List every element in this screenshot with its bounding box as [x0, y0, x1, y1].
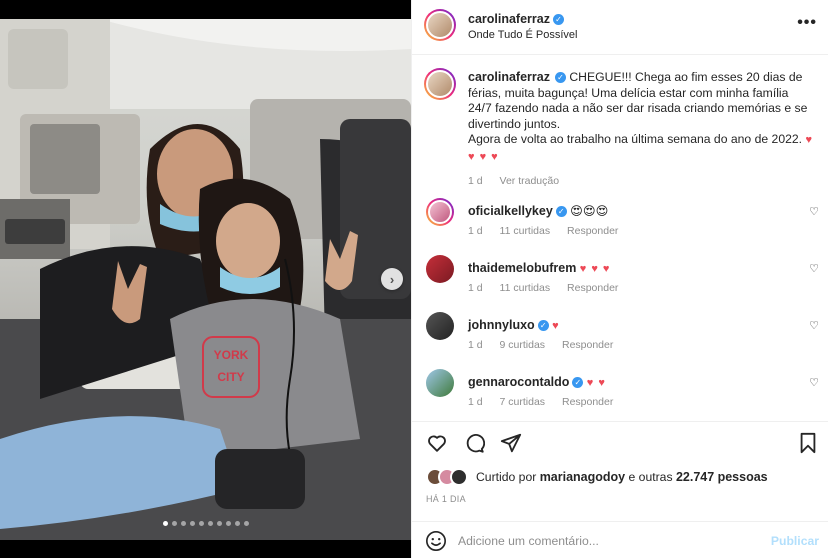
caption-time: 1 d	[468, 175, 483, 187]
photo-illustration: YORK CITY	[0, 19, 411, 540]
caption-text-block: carolinaferraz ✓ CHEGUE!!! Chega ao fim e…	[468, 70, 813, 190]
likes-summary: Curtido por marianagodoy e outras 22.747…	[476, 470, 768, 484]
comment-username[interactable]: gennarocontaldo	[468, 375, 569, 389]
comment-icon[interactable]	[463, 432, 485, 454]
comment-text: 😍😍😍	[570, 204, 609, 218]
comment-meta: 1 d 9 curtidas Responder	[468, 339, 627, 351]
share-icon[interactable]	[500, 432, 522, 454]
like-comment-heart-icon[interactable]: ♡	[809, 319, 819, 332]
comment-reply[interactable]: Responder	[567, 225, 618, 237]
author-avatar[interactable]	[424, 9, 456, 41]
author-username-row: carolinaferraz ✓	[468, 12, 564, 26]
caption-meta: 1 d Ver tradução	[468, 174, 813, 190]
liked-by-row: Curtido por marianagodoy e outras 22.747…	[426, 468, 768, 486]
comment-avatar[interactable]	[426, 369, 454, 397]
verified-badge-icon: ✓	[572, 377, 584, 389]
verified-badge-icon: ✓	[537, 320, 549, 332]
comment-line: thaidemelobufrem ♥ ♥ ♥	[468, 261, 610, 275]
comment-meta: 1 d 11 curtidas Responder	[468, 225, 632, 237]
more-options-icon[interactable]: •••	[797, 14, 817, 32]
bookmark-icon[interactable]	[797, 432, 819, 454]
comment-line: johnnyluxo ✓ ♥	[468, 318, 560, 332]
post-header: carolinaferraz ✓ Onde Tudo É Possível •••	[412, 0, 828, 55]
post-details-panel: carolinaferraz ✓ Onde Tudo É Possível •••…	[411, 0, 828, 558]
comment-meta: 1 d 11 curtidas Responder	[468, 282, 632, 294]
emoji-icon[interactable]	[425, 530, 447, 552]
like-comment-heart-icon[interactable]: ♡	[809, 205, 819, 218]
like-count[interactable]: 22.747	[676, 470, 714, 484]
comment-username[interactable]: thaidemelobufrem	[468, 261, 576, 275]
media-viewer: YORK CITY ›	[0, 0, 411, 558]
carousel-indicator	[0, 521, 411, 526]
chevron-right-icon: ›	[389, 271, 395, 287]
comment-avatar[interactable]	[426, 255, 454, 283]
see-translation-link[interactable]: Ver tradução	[500, 175, 560, 187]
liked-by-end[interactable]: pessoas	[718, 470, 768, 484]
liked-by-prefix: Curtido por	[476, 470, 537, 484]
verified-badge-icon: ✓	[554, 72, 566, 84]
liked-by-user[interactable]: marianagodoy	[540, 470, 625, 484]
shirt-text-york: YORK	[214, 348, 249, 362]
carousel-dot	[234, 521, 240, 526]
carousel-dot	[243, 521, 249, 526]
carousel-dot	[207, 521, 213, 526]
comment-likes[interactable]: 7 curtidas	[500, 396, 546, 408]
liked-by-suffix: e outras	[628, 470, 673, 484]
publish-button[interactable]: Publicar	[771, 534, 819, 548]
comment-time: 1 d	[468, 339, 483, 351]
shirt-text-city: CITY	[217, 370, 244, 384]
carousel-dot	[225, 521, 231, 526]
comment-time: 1 d	[468, 282, 483, 294]
carousel-dot	[189, 521, 195, 526]
comment-time: 1 d	[468, 396, 483, 408]
comment-likes[interactable]: 9 curtidas	[500, 339, 546, 351]
author-username[interactable]: carolinaferraz	[468, 12, 550, 26]
comment-likes[interactable]: 11 curtidas	[500, 225, 551, 237]
comment-item: gennarocontaldo ✓ ♥ ♥ 1 d 7 curtidas Resp…	[412, 369, 828, 425]
comment-text: ♥ ♥ ♥	[579, 263, 611, 275]
comment-avatar[interactable]	[426, 312, 454, 340]
comment-username[interactable]: johnnyluxo	[468, 318, 535, 332]
comment-item: johnnyluxo ✓ ♥ 1 d 9 curtidas Responder ♡	[412, 312, 828, 368]
action-icons	[426, 432, 522, 454]
comment-likes[interactable]: 11 curtidas	[500, 282, 551, 294]
add-comment-bar: Publicar	[412, 521, 828, 558]
comment-reply[interactable]: Responder	[567, 282, 618, 294]
caption-text-2: Agora de volta ao trabalho na última sem…	[468, 132, 803, 146]
liker-avatar	[450, 468, 468, 486]
comment-line: oficialkellykey ✓ 😍😍😍	[468, 204, 608, 218]
comment-time: 1 d	[468, 225, 483, 237]
comment-input[interactable]	[458, 530, 758, 552]
comment-meta: 1 d 7 curtidas Responder	[468, 396, 627, 408]
post-time-ago[interactable]: HÁ 1 DIA	[426, 494, 466, 504]
instagram-post-modal: YORK CITY › carolinaferraz ✓ Onde Tudo É …	[0, 0, 828, 558]
heart-icon[interactable]	[426, 432, 448, 454]
comment-item: oficialkellykey ✓ 😍😍😍 1 d 11 curtidas Res…	[412, 198, 828, 254]
post-photo[interactable]: YORK CITY	[0, 19, 411, 540]
next-slide-button[interactable]: ›	[381, 268, 403, 290]
carousel-dot	[216, 521, 222, 526]
post-location[interactable]: Onde Tudo É Possível	[468, 29, 577, 41]
comment-username[interactable]: oficialkellykey	[468, 204, 553, 218]
like-comment-heart-icon[interactable]: ♡	[809, 376, 819, 389]
comment-text: ♥ ♥	[586, 377, 606, 389]
carousel-dot	[198, 521, 204, 526]
comment-line: gennarocontaldo ✓ ♥ ♥	[468, 375, 606, 389]
carousel-dot	[180, 521, 186, 526]
comment-reply[interactable]: Responder	[562, 339, 613, 351]
verified-badge-icon: ✓	[555, 206, 567, 218]
comment-avatar[interactable]	[426, 198, 454, 226]
caption-avatar[interactable]	[424, 68, 456, 100]
caption-username[interactable]: carolinaferraz	[468, 70, 550, 84]
liker-avatars	[426, 468, 468, 486]
verified-badge-icon: ✓	[552, 14, 564, 26]
comment-reply[interactable]: Responder	[562, 396, 613, 408]
carousel-dot	[162, 521, 168, 526]
comment-text: ♥	[552, 320, 560, 332]
comment-item: thaidemelobufrem ♥ ♥ ♥ 1 d 11 curtidas R…	[412, 255, 828, 311]
carousel-dot	[171, 521, 177, 526]
like-comment-heart-icon[interactable]: ♡	[809, 262, 819, 275]
